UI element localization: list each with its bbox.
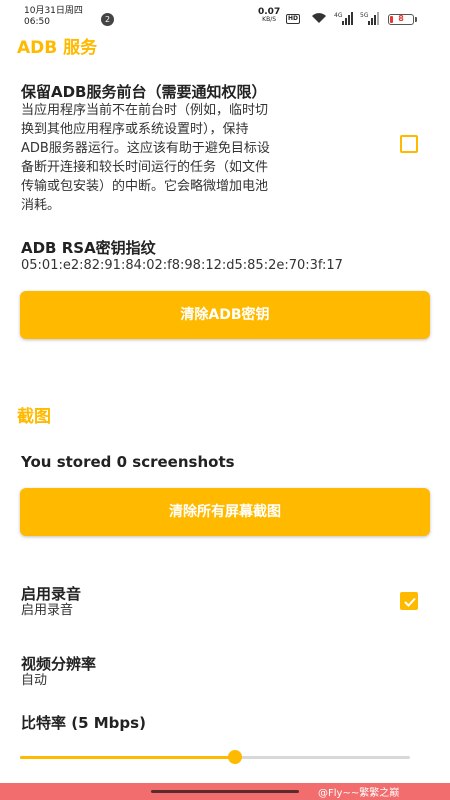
rsa-fingerprint-title: ADB RSA密钥指纹 (21, 239, 156, 257)
status-date: 10月31日周四 (24, 6, 83, 16)
rsa-fingerprint-value: 05:01:e2:82:91:84:02:f8:98:12:d5:85:2e:7… (21, 258, 343, 273)
status-datetime: 10月31日周四 06:50 (24, 6, 83, 28)
clear-all-screenshots-button[interactable]: 清除所有屏幕截图 (20, 488, 430, 536)
video-resolution-value: 自动 (21, 673, 48, 688)
status-bar: 10月31日周四 06:50 2 0.07 KB/S HD 4G 5G 8 (0, 0, 450, 34)
checkmark-icon (404, 597, 416, 607)
cellular-signal-icon: 4G (334, 12, 353, 25)
cellular-signal-icon-2: 5G (360, 12, 379, 25)
gesture-nav-handle[interactable] (151, 790, 299, 793)
network-speed-value: 0.07 (258, 7, 281, 17)
status-time: 06:50 (24, 17, 50, 27)
keep-foreground-title: 保留ADB服务前台（需要通知权限） (21, 83, 267, 101)
stored-screenshots-text: You stored 0 screenshots (21, 453, 235, 471)
summary-line: 当应用程序当前不在前台时（例如，临时切 (21, 103, 269, 118)
summary-line: ADB服务器运行。这应该有助于避免目标设 (21, 141, 270, 156)
summary-line: 换到其他应用程序或系统设置时），保持 (21, 122, 249, 137)
clear-adb-key-button[interactable]: 清除ADB密钥 (20, 291, 430, 339)
bitrate-slider[interactable] (20, 750, 410, 764)
network-speed: 0.07 KB/S (258, 8, 280, 24)
section-header-screenshots: 截图 (17, 407, 51, 427)
keep-foreground-summary: 当应用程序当前不在前台时（例如，临时切 换到其他应用程序或系统设置时），保持 A… (21, 101, 270, 215)
keep-foreground-checkbox[interactable] (400, 135, 418, 153)
battery-icon: 8 (388, 14, 417, 25)
signal2-label: 5G (360, 12, 369, 19)
battery-level: 8 (398, 14, 404, 23)
bottom-navigation-bar: @Fly~~繁繁之巅 (0, 783, 450, 800)
summary-line: 传输或包安装）的中断。它会略微增加电池 (21, 179, 269, 194)
section-header-adb: ADB 服务 (17, 38, 98, 58)
notification-count-badge: 2 (101, 13, 114, 26)
enable-audio-summary: 启用录音 (21, 603, 74, 618)
signal1-label: 4G (334, 12, 343, 19)
enable-audio-checkbox[interactable] (400, 592, 418, 610)
hd-voice-icon: HD (286, 14, 301, 24)
network-speed-unit: KB/S (262, 16, 277, 23)
bitrate-slider-thumb[interactable] (228, 750, 242, 764)
bitrate-title: 比特率 (5 Mbps) (21, 714, 146, 732)
summary-line: 消耗。 (21, 198, 61, 213)
watermark-text: @Fly~~繁繁之巅 (318, 788, 400, 799)
bitrate-slider-fill (20, 756, 235, 759)
summary-line: 备断开连接和较长时间运行的任务（如文件 (21, 160, 269, 175)
wifi-icon (312, 13, 326, 23)
